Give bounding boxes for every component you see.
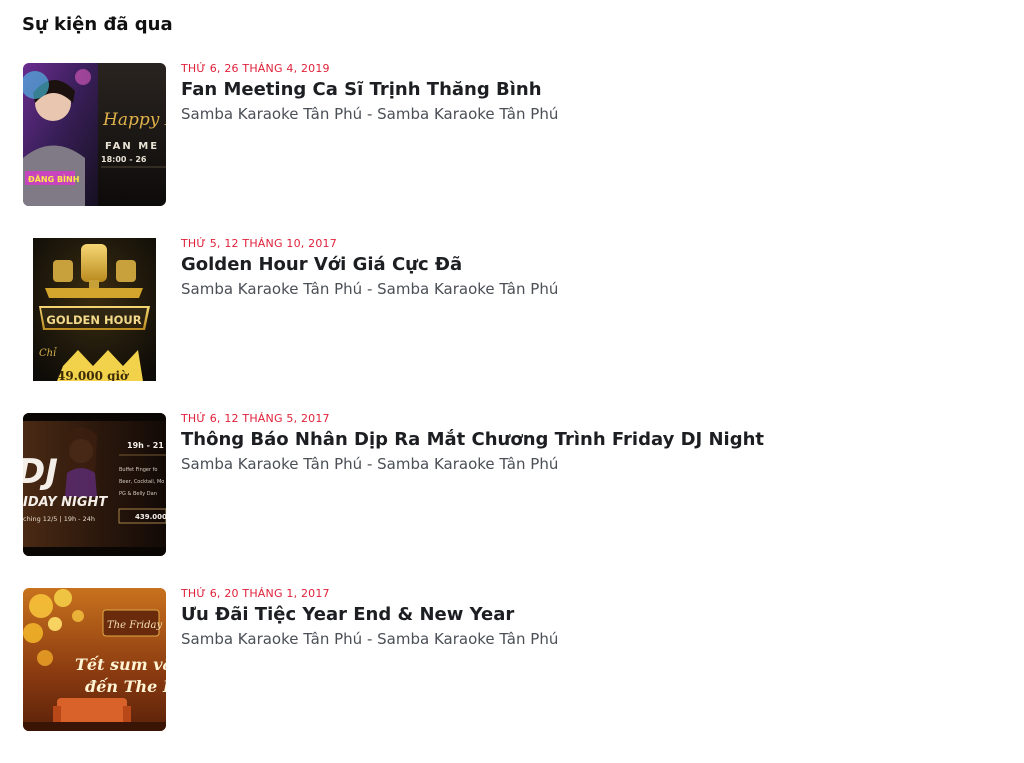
event-location: Samba Karaoke Tân Phú - Samba Karaoke Tâ… [181, 105, 559, 123]
event-location: Samba Karaoke Tân Phú - Samba Karaoke Tâ… [181, 630, 559, 648]
thumb-time-text: 19h - 21 [127, 441, 164, 450]
event-item[interactable]: DJ IDAY NIGHT ching 12/5 | 19h - 24h 19h… [23, 412, 1003, 556]
event-thumbnail-fan-meeting[interactable]: ĐĂNG BÌNH Happy B FAN ME 18:00 - 26 [23, 63, 166, 206]
thumb-time-text: 18:00 - 26 [101, 155, 147, 164]
thumb-script-1: Tết sum vầ [75, 655, 166, 674]
past-events-list: ĐĂNG BÌNH Happy B FAN ME 18:00 - 26 THỨ … [23, 62, 1003, 763]
event-date: THỨ 6, 12 THÁNG 5, 2017 [181, 412, 330, 425]
event-thumbnail-golden-hour[interactable]: GOLDEN HOUR Chỉ 49.000 giờ [23, 238, 166, 381]
event-title-link[interactable]: Golden Hour Với Giá Cực Đã [181, 253, 981, 277]
thumb-prefix-text: Chỉ [39, 348, 57, 359]
event-info: THỨ 6, 12 THÁNG 5, 2017 Thông Báo Nhân D… [181, 412, 981, 474]
event-thumbnail-year-end[interactable]: The Friday Tết sum vầ đến The F [23, 588, 166, 731]
event-thumbnail-friday-dj-night[interactable]: DJ IDAY NIGHT ching 12/5 | 19h - 24h 19h… [23, 413, 166, 556]
event-date: THỨ 6, 26 THÁNG 4, 2019 [181, 62, 330, 75]
event-item[interactable]: ĐĂNG BÌNH Happy B FAN ME 18:00 - 26 THỨ … [23, 62, 1003, 206]
event-location: Samba Karaoke Tân Phú - Samba Karaoke Tâ… [181, 280, 559, 298]
thumb-price-text: 439.000 [135, 513, 166, 521]
thumb-menu-1: Buffet Finger fo [119, 467, 157, 473]
thumb-script-2: đến The F [85, 677, 166, 696]
event-date: THỨ 6, 20 THÁNG 1, 2017 [181, 587, 330, 600]
event-item[interactable]: GOLDEN HOUR Chỉ 49.000 giờ THỨ 5, 12 THÁ… [23, 237, 1003, 381]
thumb-banner-text: GOLDEN HOUR [46, 313, 141, 327]
event-location: Samba Karaoke Tân Phú - Samba Karaoke Tâ… [181, 455, 559, 473]
thumb-menu-2: Beer, Cocktail, Mo [119, 479, 164, 485]
thumb-tag-text: ĐĂNG BÌNH [28, 173, 79, 184]
event-info: THỨ 6, 26 THÁNG 4, 2019 Fan Meeting Ca S… [181, 62, 981, 124]
event-info: THỨ 6, 20 THÁNG 1, 2017 Ưu Đãi Tiệc Year… [181, 587, 981, 649]
thumb-sign-text: The Friday [107, 620, 162, 631]
event-info: THỨ 5, 12 THÁNG 10, 2017 Golden Hour Với… [181, 237, 981, 299]
section-title: Sự kiện đã qua [22, 14, 173, 35]
thumb-price-text: 49.000 giờ [57, 369, 129, 381]
thumb-fan-text: FAN ME [105, 141, 159, 152]
thumb-night-text: IDAY NIGHT [23, 495, 108, 510]
thumb-dj-text: DJ [23, 452, 58, 492]
thumb-sub-text: ching 12/5 | 19h - 24h [23, 515, 95, 523]
event-title-link[interactable]: Ưu Đãi Tiệc Year End & New Year [181, 603, 981, 627]
thumb-menu-3: PG & Belly Dan [119, 491, 157, 497]
event-date: THỨ 5, 12 THÁNG 10, 2017 [181, 237, 337, 250]
event-title-link[interactable]: Fan Meeting Ca Sĩ Trịnh Thăng Bình [181, 78, 981, 102]
thumb-happy-text: Happy B [102, 110, 166, 130]
event-item[interactable]: The Friday Tết sum vầ đến The F THỨ 6, 2… [23, 587, 1003, 731]
event-title-link[interactable]: Thông Báo Nhân Dịp Ra Mắt Chương Trình F… [181, 428, 981, 452]
